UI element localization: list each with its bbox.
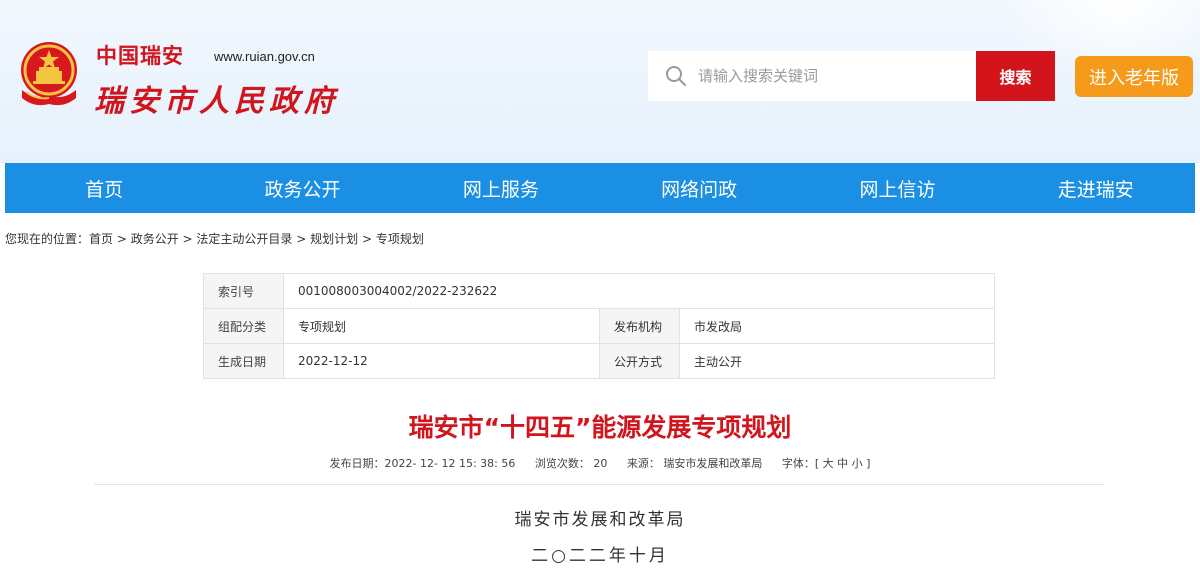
breadcrumb-item-special-plan[interactable]: 专项规划 bbox=[376, 232, 424, 246]
divider bbox=[94, 484, 1104, 485]
search-button[interactable]: 搜索 bbox=[976, 51, 1055, 101]
nav-item-online-service[interactable]: 网上服务 bbox=[402, 163, 600, 213]
site-title-small[interactable]: 中国瑞安 bbox=[96, 40, 184, 70]
category-label: 组配分类 bbox=[203, 308, 284, 344]
date-value: 2022-12-12 bbox=[283, 343, 600, 379]
index-label: 索引号 bbox=[203, 273, 284, 309]
date-label: 生成日期 bbox=[203, 343, 284, 379]
elder-mode-button[interactable]: 进入老年版 bbox=[1075, 56, 1193, 97]
table-row: 生成日期 2022-12-12 公开方式 主动公开 bbox=[203, 343, 995, 379]
breadcrumb-item-home[interactable]: 首页 bbox=[89, 232, 113, 246]
breadcrumb-item-planning[interactable]: 规划计划 bbox=[310, 232, 358, 246]
article-source: 来源： 瑞安市发展和改革局 bbox=[626, 457, 763, 470]
breadcrumb: 您现在的位置：首页 > 政务公开 > 法定主动公开目录 > 规划计划 > 专项规… bbox=[5, 230, 424, 247]
category-value: 专项规划 bbox=[283, 308, 600, 344]
breadcrumb-item-catalog[interactable]: 法定主动公开目录 bbox=[196, 232, 292, 246]
nav-item-gov-affairs[interactable]: 政务公开 bbox=[203, 163, 401, 213]
search-input[interactable] bbox=[698, 51, 970, 101]
font-size-switcher[interactable]: 字体：[ 大 中 小 ] bbox=[782, 457, 871, 470]
nav-item-petition[interactable]: 网上信访 bbox=[798, 163, 996, 213]
nav-item-home[interactable]: 首页 bbox=[5, 163, 203, 213]
publish-date: 发布日期：2022- 12- 12 15: 38: 56 bbox=[329, 457, 516, 470]
document-info-table: 索引号 001008003004002/2022-232622 组配分类 专项规… bbox=[203, 273, 995, 379]
breadcrumb-separator: > bbox=[292, 232, 311, 246]
breadcrumb-separator: > bbox=[358, 232, 376, 246]
index-value: 001008003004002/2022-232622 bbox=[283, 273, 995, 309]
article-meta: 发布日期：2022- 12- 12 15: 38: 56 浏览次数： 20 来源… bbox=[0, 455, 1200, 471]
breadcrumb-prefix: 您现在的位置： bbox=[5, 232, 90, 246]
publisher-label: 发布机构 bbox=[599, 308, 680, 344]
national-emblem-icon[interactable] bbox=[14, 38, 84, 110]
disclosure-label: 公开方式 bbox=[599, 343, 680, 379]
main-nav: 首页 政务公开 网上服务 网络问政 网上信访 走进瑞安 bbox=[5, 163, 1195, 213]
breadcrumb-separator: > bbox=[113, 232, 131, 246]
publisher-value: 市发改局 bbox=[679, 308, 995, 344]
nav-item-about-ruian[interactable]: 走进瑞安 bbox=[997, 163, 1195, 213]
breadcrumb-item-gov-affairs[interactable]: 政务公开 bbox=[131, 232, 179, 246]
breadcrumb-separator: > bbox=[178, 232, 197, 246]
article-date: 二○二二年十月 bbox=[531, 546, 669, 566]
table-row: 组配分类 专项规划 发布机构 市发改局 bbox=[203, 308, 995, 344]
site-url: www.ruian.gov.cn bbox=[214, 49, 315, 64]
article-title: 瑞安市“十四五”能源发展专项规划 bbox=[408, 413, 792, 442]
article-author: 瑞安市发展和改革局 bbox=[514, 510, 686, 530]
site-header: 中国瑞安 www.ruian.gov.cn 瑞安市人民政府 搜索 进入老年版 bbox=[0, 0, 1200, 163]
nav-item-online-inquiry[interactable]: 网络问政 bbox=[600, 163, 798, 213]
search-icon bbox=[666, 66, 686, 86]
view-count: 浏览次数： 20 bbox=[534, 457, 608, 470]
disclosure-value: 主动公开 bbox=[679, 343, 995, 379]
table-row: 索引号 001008003004002/2022-232622 bbox=[203, 273, 995, 309]
site-title[interactable]: 瑞安市人民政府 bbox=[94, 76, 339, 120]
